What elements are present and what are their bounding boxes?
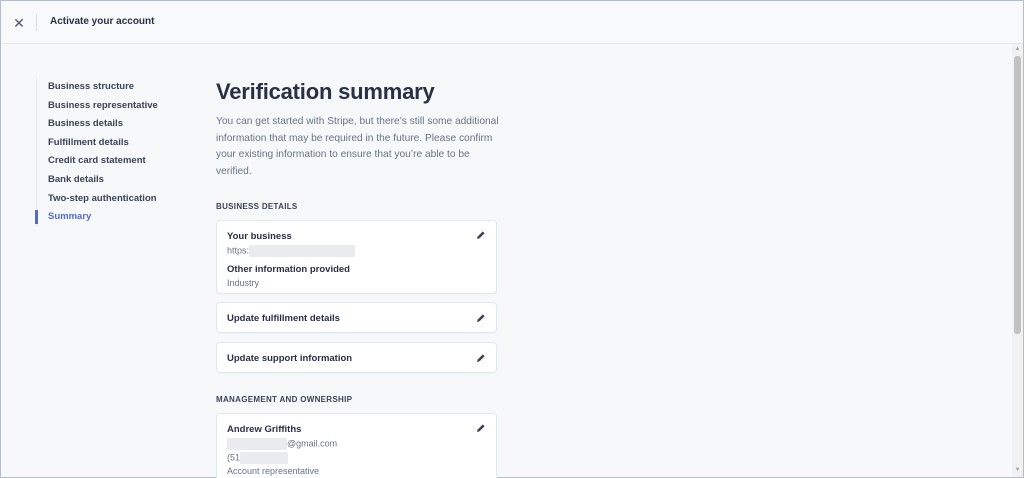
your-business-card: Your business https: Other information p…	[216, 220, 497, 294]
nav-item-credit-card-statement[interactable]: Credit card statement	[37, 152, 196, 171]
fulfillment-card[interactable]: Update fulfillment details	[216, 302, 497, 333]
nav-item-two-step-authentication[interactable]: Two-step authentication	[37, 190, 196, 209]
fulfillment-label: Update fulfillment details	[227, 313, 340, 324]
nav-item-business-representative[interactable]: Business representative	[37, 97, 196, 116]
nav-item-bank-details[interactable]: Bank details	[37, 171, 196, 190]
scroll-up-arrow-icon[interactable]: ▲	[1014, 46, 1021, 54]
step-navigation: Business structure Business representati…	[35, 78, 196, 227]
support-info-label: Update support information	[227, 353, 353, 364]
your-business-label: Your business	[227, 231, 292, 242]
nav-item-business-details[interactable]: Business details	[37, 115, 196, 134]
topbar-divider	[36, 14, 37, 31]
representative-role: Account representative	[227, 466, 320, 476]
redacted-block	[249, 245, 356, 257]
top-bar: ✕ Activate your account	[1, 1, 1023, 44]
business-url: https:	[227, 245, 356, 257]
support-info-card[interactable]: Update support information	[216, 342, 497, 373]
pencil-icon[interactable]	[476, 353, 486, 363]
business-url-prefix: https:	[227, 245, 250, 256]
page-title: Verification summary	[216, 79, 435, 104]
email-suffix: @gmail.com	[287, 438, 338, 449]
representative-name: Andrew Griffiths	[227, 424, 302, 435]
scroll-thumb[interactable]	[1014, 56, 1021, 334]
pencil-icon[interactable]	[476, 423, 486, 433]
section-heading-business-details: BUSINESS DETAILS	[216, 202, 298, 211]
close-icon[interactable]: ✕	[11, 15, 27, 31]
other-info-value: Industry	[227, 278, 260, 288]
scroll-down-arrow-icon[interactable]: ▼	[1014, 467, 1021, 475]
main-content: Verification summary You can get started…	[216, 79, 501, 478]
representative-card: Andrew Griffiths @gmail.com (51 Account …	[216, 413, 497, 478]
representative-phone: (51	[227, 452, 337, 464]
intro-text: You can get started with Stripe, but the…	[216, 116, 499, 177]
section-heading-management: MANAGEMENT AND OWNERSHIP	[216, 395, 353, 404]
pencil-icon[interactable]	[476, 313, 486, 323]
nav-item-fulfillment-details[interactable]: Fulfillment details	[37, 134, 196, 153]
nav-item-business-structure[interactable]: Business structure	[37, 78, 196, 97]
other-info-label: Other information provided	[227, 264, 350, 275]
page-header-title: Activate your account	[50, 16, 155, 27]
vertical-scrollbar[interactable]: ▲ ▼	[1012, 44, 1023, 477]
representative-email: @gmail.com	[227, 438, 337, 450]
redacted-block	[240, 452, 289, 464]
pencil-icon[interactable]	[476, 230, 486, 240]
nav-item-summary[interactable]: Summary	[35, 208, 196, 227]
redacted-block	[227, 438, 287, 450]
phone-prefix: (51	[227, 452, 241, 463]
